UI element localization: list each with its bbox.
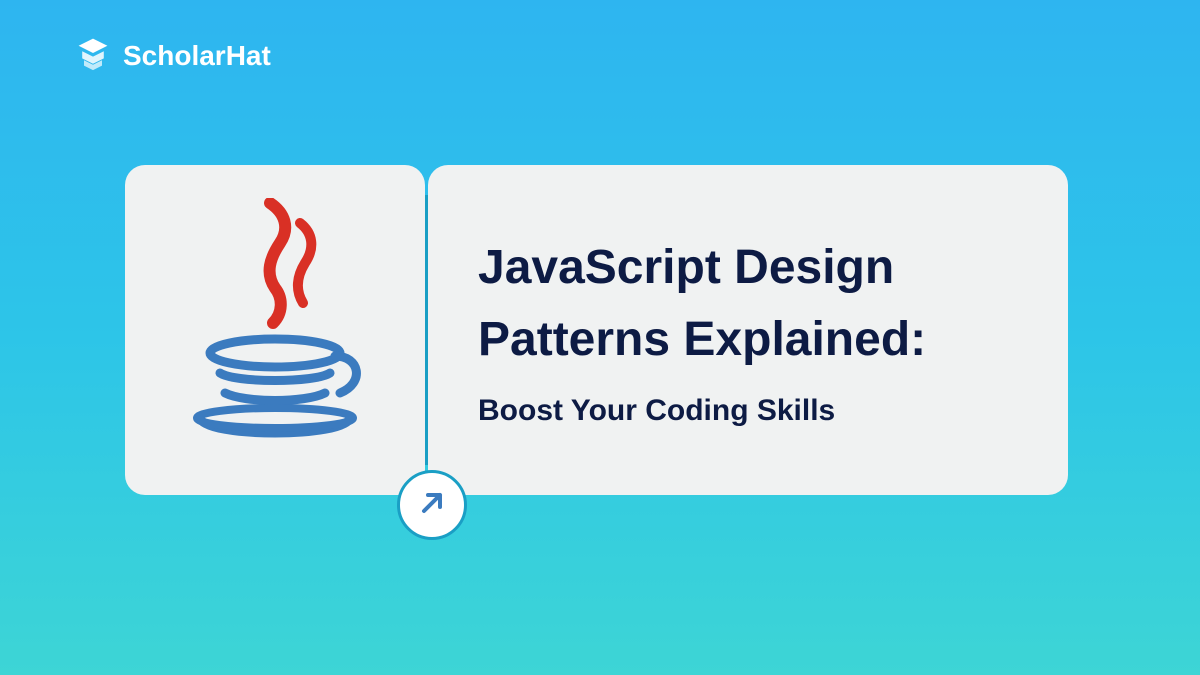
title-line-1: JavaScript Design: [478, 241, 894, 294]
subtitle: Boost Your Coding Skills: [478, 394, 1023, 428]
content-wrapper: JavaScript Design Patterns Explained: Bo…: [125, 165, 1068, 495]
title-card: JavaScript Design Patterns Explained: Bo…: [428, 165, 1068, 495]
card-connector: [425, 195, 428, 465]
main-title: JavaScript Design Patterns Explained:: [478, 232, 1023, 376]
title-line-2: Patterns Explained:: [478, 313, 926, 366]
java-logo-icon: [175, 198, 375, 463]
logo-text: ScholarHat: [123, 40, 271, 72]
arrow-badge: [397, 470, 467, 540]
java-logo-card: [125, 165, 425, 495]
logo-header: ScholarHat: [75, 35, 271, 76]
arrow-up-right-icon: [416, 487, 448, 524]
scholarhat-logo-icon: [75, 35, 111, 76]
